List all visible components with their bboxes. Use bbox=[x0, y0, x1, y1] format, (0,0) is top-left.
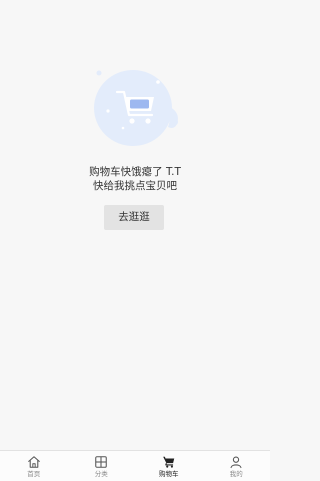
grid-icon bbox=[95, 456, 108, 468]
tab-cart[interactable]: 购物车 bbox=[135, 451, 203, 481]
user-icon bbox=[230, 456, 242, 469]
go-shopping-button[interactable]: 去逛逛 bbox=[104, 205, 164, 230]
home-icon bbox=[27, 456, 40, 468]
tab-mine[interactable]: 我的 bbox=[203, 451, 271, 481]
tab-category[interactable]: 分类 bbox=[68, 451, 136, 481]
cart-icon bbox=[162, 456, 174, 468]
tab-home-label: 首页 bbox=[27, 470, 41, 478]
bottom-tab-bar: 首页 分类 购物车 我的 bbox=[0, 450, 270, 481]
tab-cart-label: 购物车 bbox=[159, 470, 179, 478]
empty-cart-submessage: 快给我挑点宝贝吧 bbox=[93, 180, 177, 192]
shopping-cart-illustration-icon bbox=[94, 70, 178, 146]
tab-category-label: 分类 bbox=[94, 470, 108, 478]
tab-home[interactable]: 首页 bbox=[0, 451, 68, 481]
tab-mine-label: 我的 bbox=[229, 470, 243, 478]
empty-cart-message: 购物车快饿瘪了 T.T bbox=[89, 166, 181, 178]
empty-cart-state: 购物车快饿瘪了 T.T 快给我挑点宝贝吧 去逛逛 bbox=[0, 0, 270, 450]
